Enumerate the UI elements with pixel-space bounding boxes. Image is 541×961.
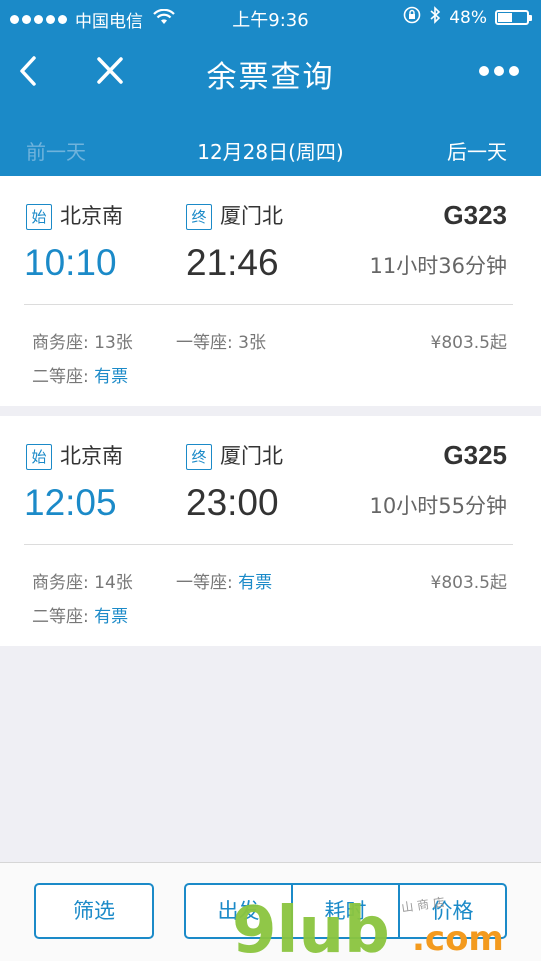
seat-label: 一等座: bbox=[176, 573, 239, 593]
seat-second-class: 二等座: 有票 bbox=[32, 362, 128, 387]
sort-by-departure-button[interactable]: 出发 bbox=[186, 885, 291, 937]
time-row: 10:10 21:46 11小时36分钟 bbox=[0, 242, 541, 286]
sort-by-duration-button[interactable]: 耗时 bbox=[291, 885, 398, 937]
departure-time: 10:10 bbox=[24, 242, 117, 283]
seat-business: 商务座: 14张 bbox=[32, 568, 133, 593]
arrival-station: 终厦门北 bbox=[186, 200, 283, 230]
train-card[interactable]: 始北京南 终厦门北 G323 10:10 21:46 11小时36分钟 商务座:… bbox=[0, 176, 541, 406]
card-divider bbox=[24, 304, 513, 305]
more-button[interactable] bbox=[477, 54, 521, 88]
date-bar: 前一天 12月28日(周四) 后一天 bbox=[0, 124, 541, 172]
chevron-left-icon bbox=[20, 56, 36, 86]
seat-label: 二等座: bbox=[32, 607, 95, 627]
nav-bar: 余票查询 bbox=[0, 40, 541, 102]
filter-button[interactable]: 筛选 bbox=[34, 883, 154, 939]
battery-percent: 48% bbox=[449, 7, 487, 28]
station-row: 始北京南 终厦门北 G325 bbox=[0, 440, 541, 472]
seat-count: 14张 bbox=[94, 573, 133, 593]
page-title: 余票查询 bbox=[206, 60, 335, 95]
previous-day-button[interactable]: 前一天 bbox=[26, 136, 86, 165]
departure-time: 12:05 bbox=[24, 482, 117, 523]
seat-count: 3张 bbox=[238, 333, 266, 353]
travel-duration: 10小时55分钟 bbox=[369, 494, 507, 518]
back-button[interactable] bbox=[14, 52, 44, 90]
seat-first-class: 一等座: 有票 bbox=[176, 568, 272, 593]
travel-duration: 11小时36分钟 bbox=[369, 254, 507, 278]
close-button[interactable] bbox=[92, 52, 128, 90]
departure-station-name: 北京南 bbox=[60, 444, 123, 468]
bluetooth-icon bbox=[429, 6, 441, 29]
seat-count: 有票 bbox=[238, 573, 273, 593]
start-badge: 始 bbox=[26, 204, 52, 230]
seat-label: 一等座: bbox=[176, 333, 239, 353]
ticket-price: ¥803.5起 bbox=[430, 333, 507, 353]
train-number: G323 bbox=[443, 200, 507, 230]
close-icon bbox=[97, 57, 123, 84]
battery-icon bbox=[495, 10, 532, 25]
seat-first-class: 一等座: 3张 bbox=[176, 328, 266, 353]
arrival-time: 21:46 bbox=[186, 242, 279, 283]
sort-by-price-button[interactable]: 价格 bbox=[398, 885, 505, 937]
departure-station: 始北京南 bbox=[26, 440, 123, 470]
seat-label: 二等座: bbox=[32, 367, 95, 387]
arrival-station-name: 厦门北 bbox=[220, 444, 283, 468]
lock-rotation-icon bbox=[403, 6, 421, 29]
seat-count: 有票 bbox=[94, 367, 129, 387]
next-day-button[interactable]: 后一天 bbox=[447, 136, 507, 165]
arrival-time: 23:00 bbox=[186, 482, 279, 523]
seat-label: 商务座: bbox=[32, 573, 95, 593]
seat-count: 有票 bbox=[94, 607, 129, 627]
seat-second-class: 二等座: 有票 bbox=[32, 602, 128, 627]
card-divider bbox=[24, 544, 513, 545]
seat-label: 商务座: bbox=[32, 333, 95, 353]
departure-station-name: 北京南 bbox=[60, 204, 123, 228]
status-bar-right: 48% bbox=[403, 6, 532, 29]
departure-station: 始北京南 bbox=[26, 200, 123, 230]
seat-business: 商务座: 13张 bbox=[32, 328, 133, 353]
end-badge: 终 bbox=[186, 204, 212, 230]
arrival-station: 终厦门北 bbox=[186, 440, 283, 470]
train-number: G325 bbox=[443, 440, 507, 470]
bottom-toolbar: 筛选 出发 耗时 价格 bbox=[0, 862, 541, 961]
train-list: 始北京南 终厦门北 G323 10:10 21:46 11小时36分钟 商务座:… bbox=[0, 176, 541, 646]
ticket-price: ¥803.5起 bbox=[430, 573, 507, 593]
start-badge: 始 bbox=[26, 444, 52, 470]
seat-count: 13张 bbox=[94, 333, 133, 353]
end-badge: 终 bbox=[186, 444, 212, 470]
sort-segmented-control: 出发 耗时 价格 bbox=[184, 883, 507, 939]
time-row: 12:05 23:00 10小时55分钟 bbox=[0, 482, 541, 526]
train-card[interactable]: 始北京南 终厦门北 G325 12:05 23:00 10小时55分钟 商务座:… bbox=[0, 416, 541, 646]
header: 中国电信 上午9:36 48% 余票查询 前一天 12月28日(周四) 后一天 bbox=[0, 0, 541, 176]
station-row: 始北京南 终厦门北 G323 bbox=[0, 200, 541, 232]
arrival-station-name: 厦门北 bbox=[220, 204, 283, 228]
status-bar: 中国电信 上午9:36 48% bbox=[0, 0, 541, 36]
more-dots-icon bbox=[479, 66, 519, 76]
